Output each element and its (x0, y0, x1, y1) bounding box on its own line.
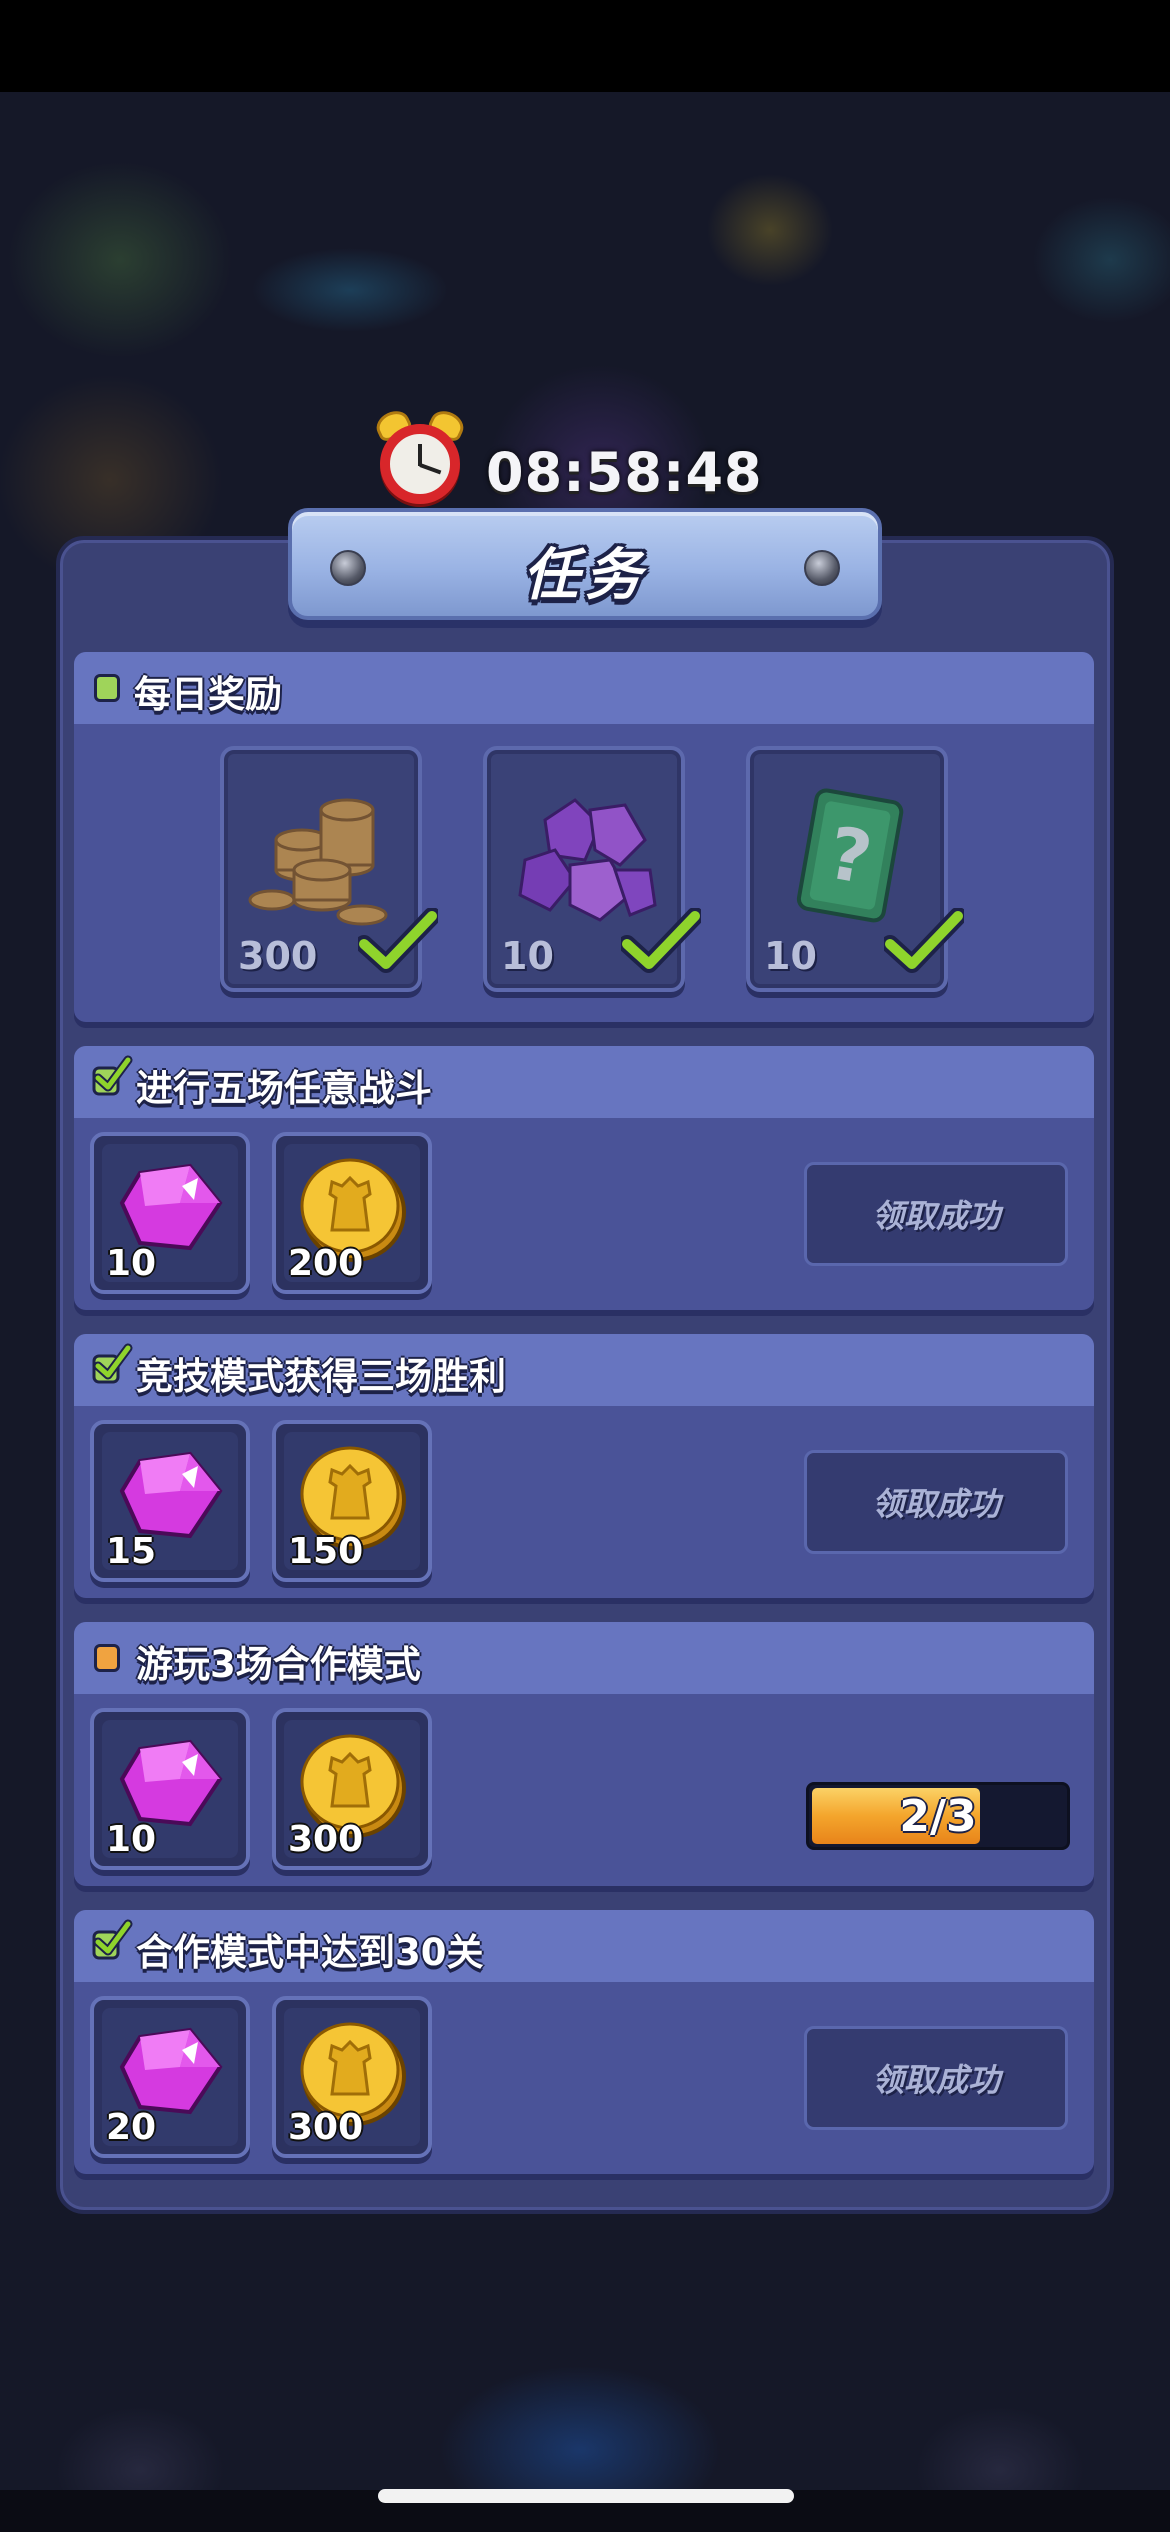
task-title: 进行五场任意战斗 (136, 1067, 432, 1110)
check-icon (92, 1055, 133, 1096)
section-header: 合作模式中达到30关 (74, 1910, 1094, 1982)
check-icon (358, 908, 438, 973)
daily-reward-card[interactable]: 300 (220, 746, 438, 992)
check-icon (621, 908, 701, 973)
check-icon (884, 908, 964, 973)
reward-quantity: 300 (288, 1819, 364, 1860)
reward-coin[interactable]: 300 (272, 1996, 432, 2158)
reward-coin[interactable]: 150 (272, 1420, 432, 1582)
status-bar (0, 0, 1170, 92)
mystery-card-icon: ? (796, 788, 904, 923)
daily-reward-card[interactable]: ? 10 (746, 746, 964, 992)
section-header: 竞技模式获得三场胜利 (74, 1334, 1094, 1406)
section-header: 进行五场任意战斗 (74, 1046, 1094, 1118)
section-title: 每日奖励 (134, 673, 282, 716)
coin-pile-icon (248, 798, 388, 926)
purple-gem-pile-icon (518, 798, 657, 922)
claimed-button[interactable]: 领取成功 (804, 2026, 1068, 2130)
timer-countdown: 08:58:48 (486, 441, 763, 504)
daily-reward-card[interactable]: 10 (483, 746, 701, 992)
task-item: 游玩3场合作模式 10 300 2/3 (74, 1622, 1094, 1886)
progress-label: 2/3 (899, 1791, 977, 1842)
task-progress-bar: 2/3 (806, 1782, 1070, 1850)
section-header: 每日奖励 (74, 652, 1094, 724)
task-title: 合作模式中达到30关 (136, 1931, 484, 1974)
home-indicator[interactable] (378, 2489, 794, 2503)
daily-reward-section: 每日奖励 300 10 ? 10 (74, 652, 1094, 1022)
reward-quantity: 10 (764, 934, 817, 978)
claimed-button[interactable]: 领取成功 (804, 1450, 1068, 1554)
section-header: 游玩3场合作模式 (74, 1622, 1094, 1694)
task-item: 合作模式中达到30关 20 300 领取成功 (74, 1910, 1094, 2174)
reward-coin[interactable]: 200 (272, 1132, 432, 1294)
reward-quantity: 15 (106, 1531, 157, 1572)
orange-bullet-icon (94, 1644, 120, 1672)
task-item: 竞技模式获得三场胜利 15 150 领取成功 (74, 1334, 1094, 1598)
reward-quantity: 20 (106, 2107, 157, 2148)
task-title: 游玩3场合作模式 (136, 1643, 421, 1686)
green-bullet-icon (94, 674, 120, 702)
reward-gem[interactable]: 10 (90, 1132, 250, 1294)
reward-quantity: 200 (288, 1243, 364, 1284)
claimed-button[interactable]: 领取成功 (804, 1162, 1068, 1266)
reward-coin[interactable]: 300 (272, 1708, 432, 1870)
alarm-clock-icon (370, 406, 470, 510)
reward-gem[interactable]: 15 (90, 1420, 250, 1582)
check-icon (92, 1919, 133, 1960)
dialog-title-banner: 任务 (288, 508, 882, 620)
reward-quantity: 10 (106, 1819, 157, 1860)
reward-quantity: 300 (238, 934, 318, 978)
reward-gem[interactable]: 10 (90, 1708, 250, 1870)
reward-quantity: 300 (288, 2107, 364, 2148)
dialog-title: 任务 (523, 543, 647, 608)
reward-quantity: 10 (106, 1243, 157, 1284)
check-icon (92, 1343, 133, 1384)
task-item: 进行五场任意战斗 10 200 领取成功 (74, 1046, 1094, 1310)
reward-gem[interactable]: 20 (90, 1996, 250, 2158)
reward-quantity: 150 (288, 1531, 364, 1572)
task-title: 竞技模式获得三场胜利 (136, 1355, 506, 1398)
timer: 08:58:48 (370, 400, 763, 510)
reward-quantity: 10 (501, 934, 554, 978)
